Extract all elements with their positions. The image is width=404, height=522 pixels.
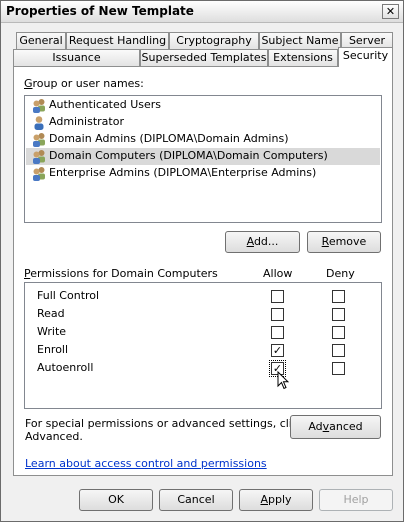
write-deny-checkbox[interactable]: [332, 326, 345, 339]
group-users-icon: [33, 167, 45, 181]
list-item-domain-computers[interactable]: Domain Computers (DIPLOMA\Domain Compute…: [26, 148, 380, 165]
check-icon: ✓: [272, 344, 283, 357]
tab-extensions[interactable]: Extensions: [268, 49, 338, 66]
title-bar: Properties of New Template ✕: [1, 1, 403, 23]
read-deny-checkbox[interactable]: [332, 308, 345, 321]
access-control-help-link[interactable]: Learn about access control and permissio…: [25, 457, 267, 470]
permission-row-read: Read: [25, 305, 381, 323]
group-users-icon: [33, 150, 45, 164]
write-allow-checkbox[interactable]: [271, 326, 284, 339]
permission-row-full-control: Full Control: [25, 287, 381, 305]
help-button[interactable]: Help: [319, 489, 393, 511]
list-item-enterprise-admins[interactable]: Enterprise Admins (DIPLOMA\Enterprise Ad…: [26, 165, 380, 182]
remove-button[interactable]: Remove: [307, 231, 381, 253]
tab-subject-name[interactable]: Subject Name: [259, 32, 341, 49]
permission-row-autoenroll: Autoenroll ✓: [25, 359, 381, 377]
add-button[interactable]: Add...: [225, 231, 300, 253]
group-user-list[interactable]: Authenticated Users Administrator Domain…: [24, 95, 382, 223]
enroll-allow-checkbox[interactable]: ✓: [271, 344, 284, 357]
mouse-pointer-icon: [277, 371, 289, 390]
permissions-list: Full Control Read Write Enroll ✓ Autoenr…: [24, 282, 382, 409]
list-item-administrator[interactable]: Administrator: [26, 114, 380, 131]
group-names-label: Group or user names:: [24, 77, 144, 90]
read-allow-checkbox[interactable]: [271, 308, 284, 321]
permissions-label: Permissions for Domain Computers: [24, 267, 218, 280]
tab-cryptography[interactable]: Cryptography: [169, 32, 259, 49]
apply-button[interactable]: Apply: [239, 489, 313, 511]
group-users-icon: [33, 133, 45, 147]
full-control-allow-checkbox[interactable]: [271, 290, 284, 303]
tab-request-handling[interactable]: Request Handling: [66, 32, 169, 49]
tab-general[interactable]: General: [16, 32, 66, 49]
properties-dialog: Properties of New Template ✕ General Req…: [0, 0, 404, 522]
group-users-icon: [33, 99, 45, 113]
advanced-info-line-1: For special permissions or advanced sett…: [25, 417, 305, 430]
autoenroll-deny-checkbox[interactable]: [332, 362, 345, 375]
window-title: Properties of New Template: [6, 4, 194, 18]
cancel-button[interactable]: Cancel: [159, 489, 233, 511]
permission-row-write: Write: [25, 323, 381, 341]
ok-button[interactable]: OK: [79, 489, 153, 511]
tab-issuance-requirements[interactable]: Issuance Requirements: [13, 49, 140, 79]
advanced-info-line-2: Advanced.: [25, 430, 83, 443]
user-icon: [34, 116, 44, 130]
list-item-domain-admins[interactable]: Domain Admins (DIPLOMA\Domain Admins): [26, 131, 380, 148]
close-icon: ✕: [385, 5, 396, 18]
close-button[interactable]: ✕: [382, 4, 399, 19]
permission-row-enroll: Enroll ✓: [25, 341, 381, 359]
tab-superseded-templates[interactable]: Superseded Templates: [140, 49, 268, 66]
enroll-deny-checkbox[interactable]: [332, 344, 345, 357]
deny-column-header: Deny: [326, 267, 355, 280]
advanced-button[interactable]: Advanced: [290, 415, 381, 439]
full-control-deny-checkbox[interactable]: [332, 290, 345, 303]
list-item-authenticated-users[interactable]: Authenticated Users: [26, 97, 380, 114]
tab-security[interactable]: Security: [338, 47, 393, 67]
security-tab-panel: Group or user names: Authenticated Users…: [13, 66, 393, 476]
allow-column-header: Allow: [263, 267, 293, 280]
